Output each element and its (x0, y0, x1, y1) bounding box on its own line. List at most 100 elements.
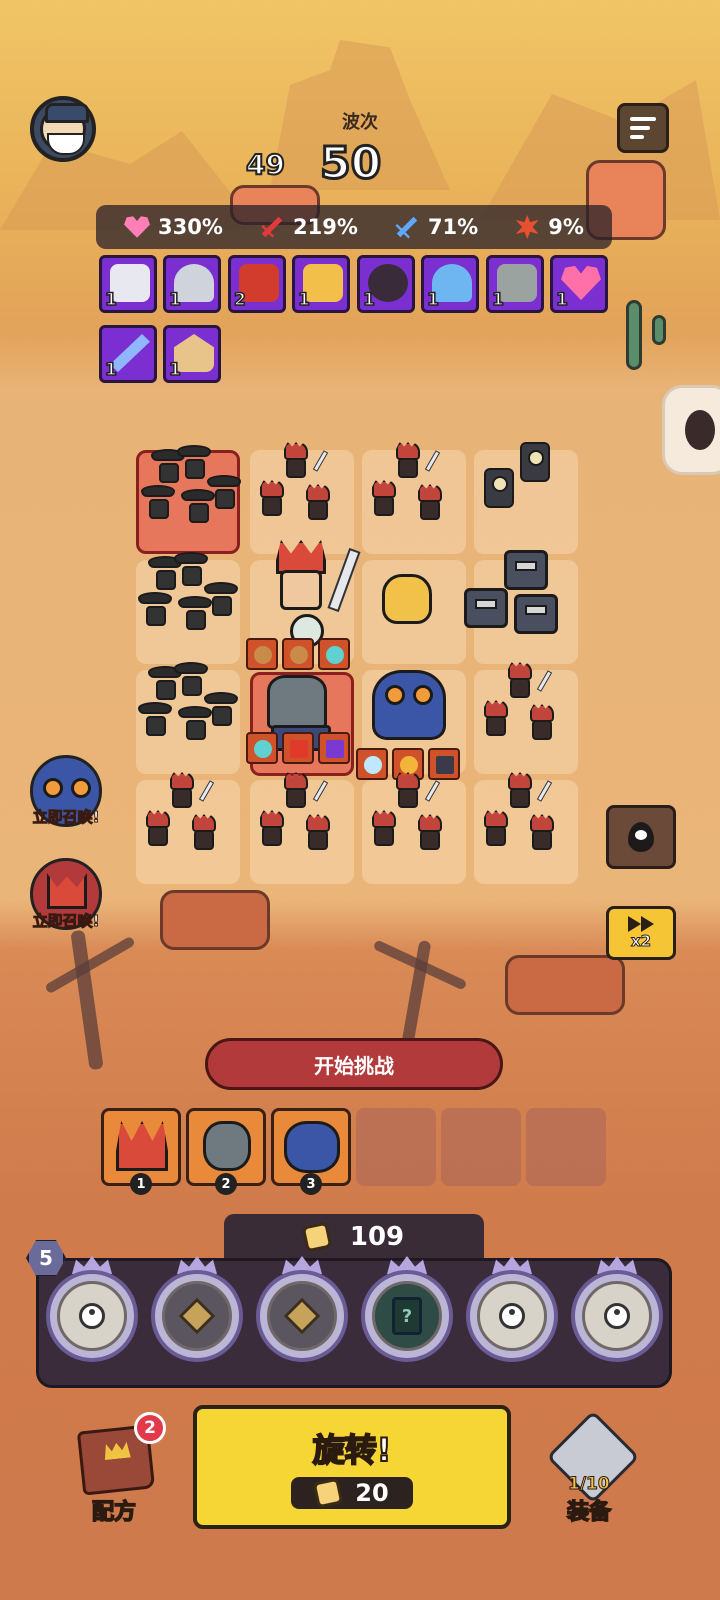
swordsman-unit (526, 814, 556, 852)
wave-previous: 49 (245, 147, 286, 182)
gunslinger-unit (138, 590, 172, 628)
gunslinger-unit (177, 443, 211, 481)
recipe-badge: 2 (134, 1412, 166, 1444)
summon-owl-label: 立即召唤! (32, 808, 100, 827)
player-avatar[interactable] (30, 96, 96, 162)
board-cell[interactable] (362, 560, 466, 664)
scythe-item-icon[interactable] (318, 732, 350, 764)
board-cell[interactable] (362, 772, 466, 884)
coin-icon (301, 1221, 333, 1253)
side-character-panel[interactable] (662, 385, 720, 475)
buff-heart-boost[interactable]: 1 (550, 255, 608, 313)
gunslinger-unit (141, 483, 175, 521)
red-hair-warrior-icon (116, 1121, 168, 1171)
board-cell[interactable] (474, 772, 578, 884)
fast-forward-icon (628, 916, 654, 932)
board-cell[interactable] (250, 772, 354, 884)
spin-slot-4[interactable]: ? (361, 1270, 453, 1362)
board-cell[interactable] (136, 772, 240, 884)
gunslinger-unit (204, 690, 238, 728)
swordsman-unit (188, 814, 218, 852)
swordsman-unit (526, 704, 556, 742)
swordsman-unit (504, 662, 534, 700)
crystal-heart-item-icon[interactable] (356, 748, 388, 780)
board-cell[interactable] (464, 550, 578, 664)
summon-demon-label: 立即召唤! (32, 912, 100, 931)
queue-slot-2[interactable]: 2 (186, 1108, 266, 1195)
buff-bank-building[interactable]: 1 (163, 325, 221, 383)
stat-critical: 9% (514, 215, 584, 239)
buff-bomb[interactable]: 1 (357, 255, 415, 313)
robot-knight-icon (203, 1121, 251, 1171)
spin-slot-2[interactable] (151, 1270, 243, 1362)
coin-counter: 109 (224, 1214, 484, 1260)
spin-slot-6[interactable] (571, 1270, 663, 1362)
person-icon (79, 1303, 105, 1329)
board-cell[interactable] (136, 552, 240, 664)
mech-tank-unit (464, 588, 508, 628)
red-hair-warrior-hero (266, 540, 336, 610)
swordsman-unit (414, 484, 444, 522)
queue-slot-1[interactable]: 1 (101, 1108, 181, 1195)
swordsman-unit (166, 772, 196, 810)
skull-pin-button[interactable] (606, 805, 676, 869)
wave-current: 50 (318, 137, 382, 191)
drum-item-icon[interactable] (282, 638, 314, 670)
attack-sword-icon (254, 209, 289, 244)
spirit-flame-item-icon[interactable] (246, 732, 278, 764)
gunslinger-unit (174, 550, 208, 588)
board-cell[interactable] (136, 662, 240, 774)
start-challenge-button[interactable]: 开始挑战 (205, 1038, 503, 1090)
tiger-cub-unit (382, 574, 432, 624)
diamond-rune-icon (283, 1297, 321, 1335)
cactus (652, 315, 666, 345)
speed-x2-button[interactable]: x2 (606, 906, 676, 960)
cactus (626, 300, 642, 370)
gunslinger-unit (207, 473, 241, 511)
critical-icon (515, 215, 539, 239)
demon-hero-icon (47, 873, 87, 909)
coin-icon (312, 1477, 344, 1509)
buff-magic-wand[interactable]: 1 (99, 325, 157, 383)
spin-slot-3[interactable] (256, 1270, 348, 1362)
queue-slot-empty (441, 1108, 521, 1186)
buff-graves[interactable]: 1 (486, 255, 544, 313)
buff-paratrooper[interactable]: 1 (421, 255, 479, 313)
swordsman-unit (504, 772, 534, 810)
owl-mage-hero (372, 670, 446, 740)
buff-blood-splash[interactable]: 2 (228, 255, 286, 313)
swordsman-unit (256, 810, 286, 848)
queue-slot-empty (526, 1108, 606, 1186)
menu-button[interactable] (617, 103, 669, 153)
mech-tank-unit (514, 594, 558, 634)
spin-button[interactable]: 旋转! 20 (193, 1405, 511, 1529)
queue-slot-empty (356, 1108, 436, 1186)
equipment-label[interactable]: 装备 (566, 1494, 612, 1526)
drum-item-icon[interactable] (246, 638, 278, 670)
board-cell[interactable] (474, 442, 578, 554)
owl-mage-icon (284, 1121, 340, 1173)
spirit-flame-item-icon[interactable] (318, 638, 350, 670)
buff-balance-scale[interactable]: 1 (292, 255, 350, 313)
commander-avatar-icon (40, 103, 89, 155)
queue-slot-3[interactable]: 3 (271, 1108, 351, 1195)
buff-soldier-crowd[interactable]: 1 (99, 255, 157, 313)
reaper-scythe-item-icon[interactable] (428, 748, 460, 780)
swordsman-unit (256, 480, 286, 518)
mech-tank-unit (504, 550, 548, 590)
recipe-label[interactable]: 配方 (91, 1494, 137, 1526)
coin-amount: 109 (349, 1222, 405, 1252)
swordsman-unit (480, 700, 510, 738)
board-cell[interactable] (362, 442, 466, 554)
spin-slot-1[interactable] (46, 1270, 138, 1362)
spin-label: 旋转! (312, 1430, 393, 1470)
mystery-card-icon: ? (392, 1297, 422, 1335)
spin-slot-5[interactable] (466, 1270, 558, 1362)
board-cell[interactable] (250, 442, 354, 554)
blade-item-icon[interactable] (282, 732, 314, 764)
buff-supply-drop[interactable]: 1 (163, 255, 221, 313)
swordsman-unit (280, 442, 310, 480)
speed-label: x2 (630, 932, 652, 951)
board-cell[interactable] (136, 445, 241, 554)
board-cell[interactable] (474, 662, 578, 774)
